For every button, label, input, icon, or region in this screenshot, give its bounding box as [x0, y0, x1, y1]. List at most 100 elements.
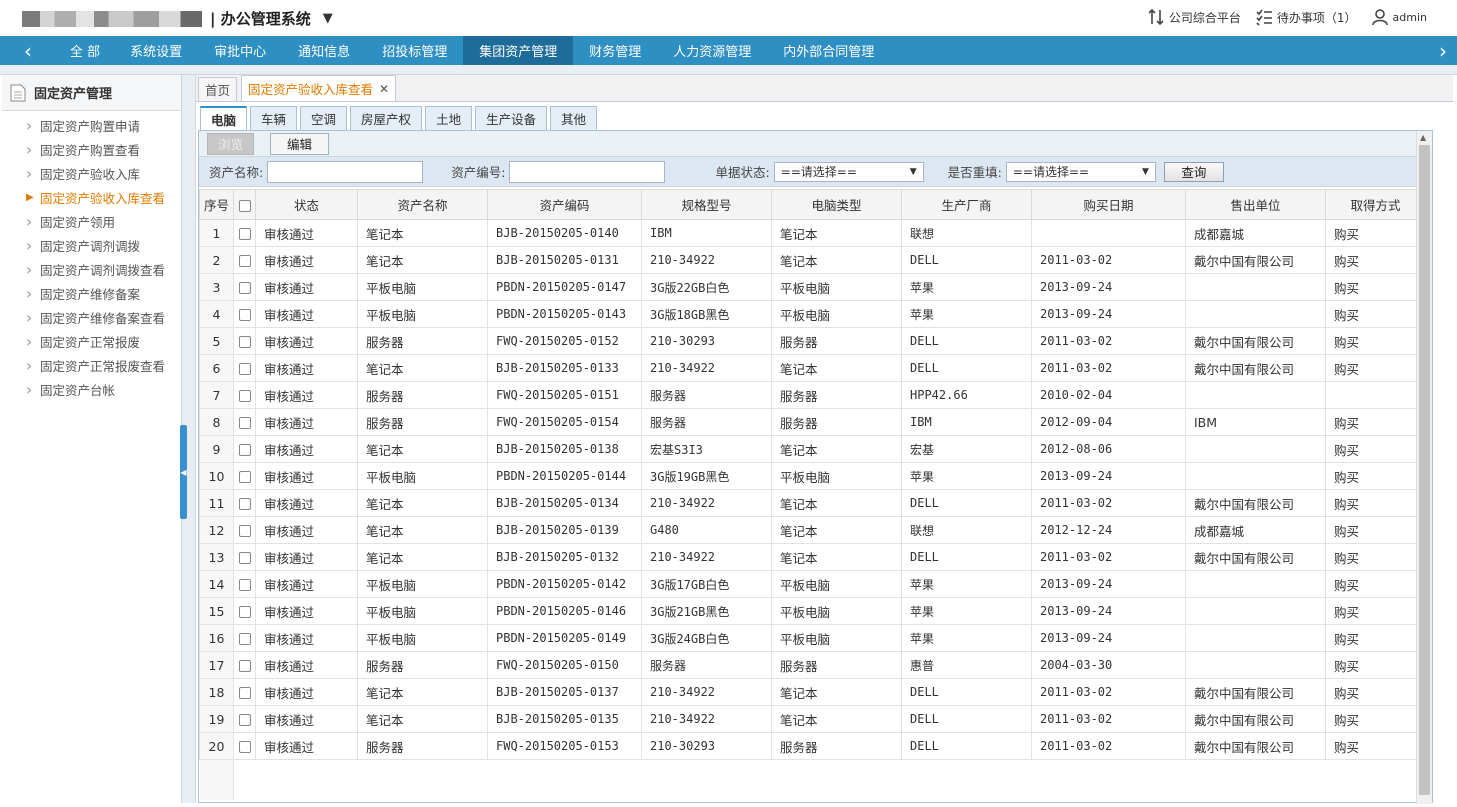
table-row[interactable]: 19 审核通过 笔记本 BJB-20150205-0135 210-34922 笔记本 DE… — [199, 705, 1426, 733]
table-row[interactable]: 8 审核通过 服务器 FWQ-20150205-0154 服务器 服务器 IBM 2012-0… — [199, 408, 1426, 436]
collapse-sidebar-chevron-left-icon[interactable]: ◀ — [180, 425, 187, 519]
row-checkbox[interactable] — [238, 282, 251, 294]
tab-current[interactable]: 固定资产验收入库查看 ✕ — [241, 75, 397, 101]
column-header[interactable]: 电脑类型 — [771, 189, 902, 220]
column-header[interactable]: 生产厂商 — [901, 189, 1032, 220]
table-row[interactable]: 11 审核通过 笔记本 BJB-20150205-0134 210-34922 笔记本 DE… — [199, 489, 1426, 517]
row-checkbox[interactable] — [238, 741, 251, 753]
sidebar-item[interactable]: › 固定资产台帐 — [2, 377, 181, 401]
asset-tab-2[interactable]: 空调 — [300, 106, 348, 130]
table-row[interactable]: 1 审核通过 笔记本 BJB-20150205-0140 IBM 笔记本 联想 成都嘉城 购买 — [199, 219, 1426, 247]
column-header[interactable]: 状态 — [255, 189, 358, 220]
table-row[interactable]: 4 审核通过 平板电脑 PBDN-20150205-0143 3G版18GB黑色 平板电脑… — [199, 300, 1426, 328]
table-row[interactable]: 20 审核通过 服务器 FWQ-20150205-0153 210-30293 服务器 DE… — [199, 732, 1426, 760]
nav-item-3[interactable]: 通知信息 — [282, 36, 366, 65]
asset-tab-4[interactable]: 土地 — [425, 106, 473, 130]
column-header[interactable]: 售出单位 — [1185, 189, 1326, 220]
sidebar-item[interactable]: › 固定资产维修备案查看 — [2, 305, 181, 329]
system-switch-chevron-icon[interactable]: ▼ — [323, 11, 333, 26]
query-button[interactable]: 查询 — [1163, 161, 1224, 182]
asset-name-input[interactable] — [267, 160, 424, 183]
asset-tab-1[interactable]: 车辆 — [250, 106, 298, 130]
asset-tab-5[interactable]: 生产设备 — [475, 106, 548, 130]
row-checkbox[interactable] — [238, 471, 251, 483]
scrollbar-thumb[interactable] — [1419, 145, 1430, 795]
table-row[interactable]: 18 审核通过 笔记本 BJB-20150205-0137 210-34922 笔记本 DE… — [199, 678, 1426, 706]
sidebar-item[interactable]: › 固定资产调剂调拨查看 — [2, 257, 181, 281]
sidebar-item[interactable]: › 固定资产正常报废 — [2, 329, 181, 353]
row-checkbox[interactable] — [238, 417, 251, 429]
asset-code-input[interactable] — [509, 160, 666, 183]
sidebar-splitter[interactable]: ◀ — [180, 75, 196, 803]
user-menu[interactable]: admin — [1371, 8, 1427, 26]
sidebar-item[interactable]: › 固定资产调剂调拨 — [2, 233, 181, 257]
sidebar-item[interactable]: › 固定资产购置申请 — [2, 113, 181, 137]
row-checkbox[interactable] — [238, 309, 251, 321]
column-header[interactable]: 资产名称 — [357, 189, 488, 220]
row-checkbox[interactable] — [238, 336, 251, 348]
sidebar-item[interactable]: › 固定资产维修备案 — [2, 281, 181, 305]
row-checkbox[interactable] — [238, 255, 251, 267]
scroll-up-icon[interactable]: ▲ — [1420, 133, 1426, 142]
sidebar-item[interactable]: › 固定资产验收入库 — [2, 161, 181, 185]
table-row[interactable]: 9 审核通过 笔记本 BJB-20150205-0138 宏基S3I3 笔记本 宏基 2012… — [199, 435, 1426, 463]
row-checkbox[interactable] — [238, 552, 251, 564]
nav-item-1[interactable]: 系统设置 — [114, 36, 198, 65]
column-header[interactable]: 序号 — [199, 189, 234, 220]
nav-item-7[interactable]: 人力资源管理 — [657, 36, 767, 65]
company-platform-link[interactable]: 公司综合平台 — [1147, 8, 1241, 26]
table-row[interactable]: 3 审核通过 平板电脑 PBDN-20150205-0147 3G版22GB白色 平板电脑… — [199, 273, 1426, 301]
column-header[interactable]: 购买日期 — [1031, 189, 1186, 220]
table-row[interactable]: 14 审核通过 平板电脑 PBDN-20150205-0142 3G版17GB白色 平板电… — [199, 570, 1426, 598]
edit-button[interactable]: 编辑 — [270, 132, 330, 155]
asset-tab-0[interactable]: 电脑 — [200, 106, 248, 130]
table-row[interactable]: 7 审核通过 服务器 FWQ-20150205-0151 服务器 服务器 HPP42.66 2… — [199, 381, 1426, 409]
row-checkbox[interactable] — [238, 498, 251, 510]
close-tab-icon[interactable]: ✕ — [379, 82, 389, 96]
table-row[interactable]: 5 审核通过 服务器 FWQ-20150205-0152 210-30293 服务器 DEL… — [199, 327, 1426, 355]
vertical-scrollbar[interactable]: ▲ — [1416, 131, 1432, 804]
row-checkbox[interactable] — [238, 606, 251, 618]
table-row[interactable]: 15 审核通过 平板电脑 PBDN-20150205-0146 3G版21GB黑色 平板电… — [199, 597, 1426, 625]
sidebar-item[interactable]: › 固定资产领用 — [2, 209, 181, 233]
asset-tab-3[interactable]: 房屋产权 — [350, 106, 423, 130]
nav-item-2[interactable]: 审批中心 — [198, 36, 282, 65]
row-checkbox[interactable] — [238, 660, 251, 672]
row-checkbox[interactable] — [238, 363, 251, 375]
row-checkbox[interactable] — [238, 525, 251, 537]
nav-item-0[interactable]: 全 部 — [56, 36, 114, 65]
asset-tab-6[interactable]: 其他 — [550, 106, 598, 130]
nav-next-chevron-right-icon[interactable]: › — [1429, 36, 1457, 65]
nav-item-4[interactable]: 招投标管理 — [366, 36, 463, 65]
column-header[interactable]: 资产编码 — [487, 189, 642, 220]
nav-item-8[interactable]: 内外部合同管理 — [767, 36, 890, 65]
row-checkbox[interactable] — [238, 444, 251, 456]
table-row[interactable]: 10 审核通过 平板电脑 PBDN-20150205-0144 3G版19GB黑色 平板电… — [199, 462, 1426, 490]
sidebar-item[interactable]: › 固定资产正常报废查看 — [2, 353, 181, 377]
table-row[interactable]: 17 审核通过 服务器 FWQ-20150205-0150 服务器 服务器 惠普 2004-0… — [199, 651, 1426, 679]
row-checkbox[interactable] — [238, 390, 251, 402]
row-checkbox[interactable] — [238, 714, 251, 726]
table-row[interactable]: 6 审核通过 笔记本 BJB-20150205-0133 210-34922 笔记本 DEL… — [199, 354, 1426, 382]
nav-item-6[interactable]: 财务管理 — [573, 36, 657, 65]
sidebar-item[interactable]: › 固定资产购置查看 — [2, 137, 181, 161]
doc-status-select[interactable]: ==请选择== ▼ — [773, 161, 924, 182]
row-checkbox[interactable] — [238, 228, 251, 240]
row-checkbox[interactable] — [238, 579, 251, 591]
browse-button[interactable]: 浏览 — [207, 132, 255, 155]
column-header[interactable]: 规格型号 — [641, 189, 772, 220]
nav-prev-chevron-left-icon[interactable]: ‹ — [0, 36, 56, 65]
table-row[interactable]: 16 审核通过 平板电脑 PBDN-20150205-0149 3G版24GB白色 平板电… — [199, 624, 1426, 652]
sidebar-item[interactable]: ▶ 固定资产验收入库查看 — [2, 185, 181, 209]
repeat-select[interactable]: ==请选择== ▼ — [1005, 161, 1156, 182]
table-row[interactable]: 12 审核通过 笔记本 BJB-20150205-0139 G480 笔记本 联想 2012-… — [199, 516, 1426, 544]
todo-link[interactable]: 待办事项（1） — [1255, 8, 1357, 26]
row-checkbox[interactable] — [238, 687, 251, 699]
row-checkbox[interactable] — [238, 633, 251, 645]
table-row[interactable]: 2 审核通过 笔记本 BJB-20150205-0131 210-34922 笔记本 DEL… — [199, 246, 1426, 274]
nav-item-5[interactable]: 集团资产管理 — [463, 36, 574, 65]
table-row[interactable]: 13 审核通过 笔记本 BJB-20150205-0132 210-34922 笔记本 DE… — [199, 543, 1426, 571]
select-all-checkbox[interactable] — [238, 199, 251, 212]
column-header[interactable]: 取得方式 — [1325, 189, 1426, 220]
tab-home[interactable]: 首页 — [198, 77, 238, 101]
